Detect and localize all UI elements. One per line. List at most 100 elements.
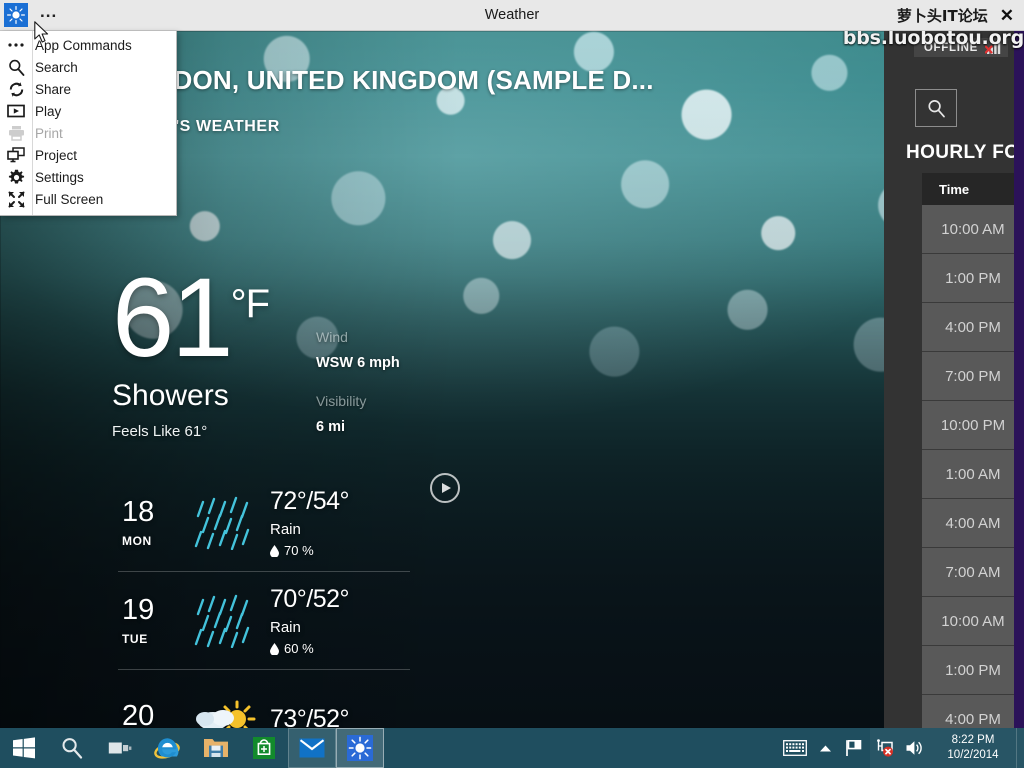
forecast-condition: Rain — [270, 521, 301, 538]
rain-icon — [190, 496, 262, 550]
table-row[interactable]: 4:00 AM — [922, 499, 1024, 548]
fullscreen-icon — [0, 191, 32, 208]
current-condition: Showers — [112, 379, 229, 413]
menu-item-share[interactable]: Share — [0, 78, 176, 100]
app-commands-menu: App Commands Search Share Play Print Pro… — [0, 31, 177, 216]
play-icon — [0, 104, 32, 118]
mail-envelope-icon — [299, 738, 325, 758]
play-triangle — [442, 483, 451, 493]
menu-item-play[interactable]: Play — [0, 100, 176, 122]
menu-item-search[interactable]: Search — [0, 56, 176, 78]
tray-right-group: 8:22 PM 10/2/2014 — [870, 728, 1024, 768]
watermark-text: 萝卜头IT论坛 — [896, 6, 988, 25]
start-button[interactable] — [0, 728, 48, 768]
forecast-day-number: 18 — [122, 496, 155, 529]
water-drop-icon — [270, 642, 279, 655]
forecast-day-of-week: TUE — [122, 631, 148, 646]
feels-like: Feels Like 61° — [112, 423, 208, 441]
page-title: LONDON, UNITED KINGDOM (SAMPLE D... — [118, 65, 654, 95]
menu-item-label: Play — [35, 103, 62, 119]
table-row[interactable]: 1:00 AM — [922, 450, 1024, 499]
forecast-high-low: 73°/52° — [270, 704, 350, 729]
speaker-icon[interactable] — [900, 728, 930, 768]
network-error-icon[interactable] — [870, 728, 900, 768]
screen: LONDON, UNITED KINGDOM (SAMPLE D... TODA… — [0, 0, 1024, 768]
table-row[interactable]: 10:00 AM — [922, 205, 1024, 254]
menu-item-label: Full Screen — [35, 191, 104, 207]
current-conditions: 61 °F Showers Feels Like 61° — [112, 255, 270, 441]
close-icon[interactable]: ✕ — [998, 7, 1016, 24]
store-button[interactable] — [240, 728, 288, 768]
clock[interactable]: 8:22 PM 10/2/2014 — [930, 728, 1016, 768]
weather-button[interactable] — [336, 728, 384, 768]
menu-item-full-screen[interactable]: Full Screen — [0, 188, 176, 210]
forecast-day-of-week: MON — [122, 533, 152, 548]
list-item[interactable]: 18 MON 72°/54° Rain 70 % — [118, 474, 410, 572]
list-item[interactable]: 19 TUE 70°/52° Rain 60 % — [118, 572, 410, 670]
folder-icon — [204, 739, 228, 757]
search-icon — [62, 738, 83, 759]
forecast-day-number: 19 — [122, 594, 155, 627]
menu-item-print: Print — [0, 122, 176, 144]
task-view-icon — [108, 742, 132, 754]
search-button[interactable] — [915, 89, 957, 127]
table-row[interactable]: 10:00 PM — [922, 401, 1024, 450]
file-explorer-button[interactable] — [192, 728, 240, 768]
no-signal-icon — [985, 42, 1001, 54]
menu-divider — [32, 31, 33, 215]
internet-explorer-icon — [154, 738, 180, 759]
search-button[interactable] — [48, 728, 96, 768]
windows-logo-icon — [13, 737, 35, 759]
internet-explorer-button[interactable] — [144, 728, 192, 768]
partly-sunny-icon — [190, 697, 262, 728]
keyboard-icon[interactable] — [780, 728, 810, 768]
list-item[interactable]: 20 73°/52° — [118, 670, 410, 728]
task-view-button[interactable] — [96, 728, 144, 768]
system-tray: 8:22 PM 10/2/2014 — [780, 728, 1024, 768]
tray-left-group — [780, 728, 870, 768]
current-temperature-row: 61 °F — [112, 255, 270, 380]
menu-item-label: Settings — [35, 169, 84, 185]
flag-icon[interactable] — [840, 728, 870, 768]
table-row[interactable]: 1:00 PM — [922, 646, 1024, 695]
table-row[interactable]: 7:00 AM — [922, 548, 1024, 597]
table-row[interactable]: 7:00 PM — [922, 352, 1024, 401]
detail-label: Visibility — [316, 393, 367, 409]
show-desktop-button[interactable] — [1016, 728, 1024, 768]
detail-wind: Wind WSW 6 mph — [316, 329, 400, 371]
table-row[interactable]: 1:00 PM — [922, 254, 1024, 303]
window-title: Weather — [484, 7, 540, 23]
daily-forecast-list: 18 MON 72°/54° Rain 70 % 19 TUE 70°/52° … — [118, 474, 410, 728]
forecast-info: 70°/52° Rain 60 % — [262, 585, 410, 656]
vertical-scrollbar[interactable] — [1014, 31, 1024, 728]
mail-button[interactable] — [288, 728, 336, 768]
play-circle-icon[interactable] — [430, 473, 460, 503]
detail-value: 6 mi — [316, 419, 346, 435]
rain-icon — [190, 594, 262, 648]
menu-item-project[interactable]: Project — [0, 144, 176, 166]
menu-item-settings[interactable]: Settings — [0, 166, 176, 188]
search-icon — [927, 99, 945, 117]
sun-icon — [347, 735, 373, 761]
forecast-high-low: 72°/54° — [270, 487, 350, 515]
share-icon — [0, 81, 32, 98]
water-drop-icon — [270, 544, 279, 557]
hourly-time-table: Time 10:00 AM 1:00 PM 4:00 PM 7:00 PM 10… — [922, 173, 1024, 728]
forecast-condition: Rain — [270, 619, 301, 636]
search-icon — [0, 59, 32, 76]
ellipsis-icon — [0, 42, 32, 48]
forecast-date: 20 — [118, 700, 190, 728]
chevron-up-icon[interactable] — [810, 728, 840, 768]
current-temperature: 61 — [112, 255, 234, 380]
menu-item-label: Search — [35, 59, 78, 75]
table-row[interactable]: 10:00 AM — [922, 597, 1024, 646]
title-bar-right: 萝卜头IT论坛 ✕ — [897, 5, 1024, 26]
app-commands-ellipsis-icon[interactable]: ... — [40, 3, 57, 24]
gear-icon — [0, 169, 32, 186]
table-row[interactable]: 4:00 PM — [922, 695, 1024, 728]
menu-item-app-commands[interactable]: App Commands — [0, 34, 176, 56]
project-icon — [0, 147, 32, 163]
table-row[interactable]: 4:00 PM — [922, 303, 1024, 352]
forecast-info: 73°/52° — [262, 705, 410, 729]
forecast-precipitation: 60 % — [270, 641, 410, 656]
